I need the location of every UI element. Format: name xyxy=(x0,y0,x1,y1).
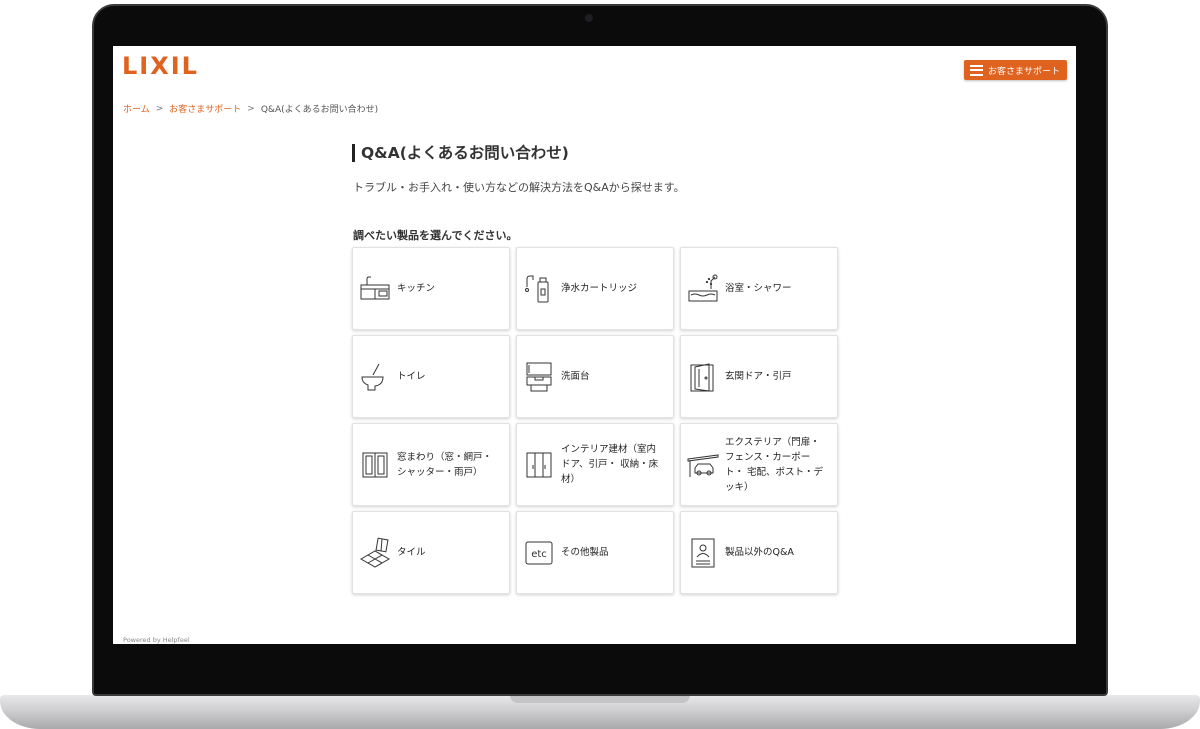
carport-icon xyxy=(687,449,719,481)
category-label: トイレ xyxy=(397,371,426,382)
category-card-window[interactable]: 窓まわり（窓・網戸・シャッター・雨戸） xyxy=(352,423,510,506)
category-card-door[interactable]: 玄関ドア・引戸 xyxy=(680,335,838,418)
breadcrumb: ホーム > お客さまサポート > Q&A(よくあるお問い合わせ) xyxy=(123,102,379,116)
category-label: 浄水カートリッジ xyxy=(561,283,638,294)
category-card-exterior[interactable]: エクステリア（門扉・フェンス・カーポート・ 宅配、ポスト・デッキ） xyxy=(680,423,838,506)
lixil-logo[interactable]: LIXIL xyxy=(122,52,199,80)
customer-support-button[interactable]: お客さまサポート xyxy=(964,60,1067,80)
etc-icon-text: etc xyxy=(531,549,547,560)
tile-icon xyxy=(359,537,391,569)
category-card-washbasin[interactable]: 洗面台 xyxy=(516,335,674,418)
section-heading: 調べたい製品を選んでください。 xyxy=(353,229,518,242)
laptop-notch xyxy=(510,695,690,703)
window-icon xyxy=(359,449,391,481)
category-card-interior[interactable]: インテリア建材（室内ドア、引戸・ 収納・床材） xyxy=(516,423,674,506)
category-label: インテリア建材（室内ドア、引戸・ 収納・床材） xyxy=(561,444,659,485)
powered-by[interactable]: Powered by Helpfeel xyxy=(123,636,190,644)
category-card-tile[interactable]: タイル xyxy=(352,511,510,594)
breadcrumb-home[interactable]: ホーム xyxy=(123,102,150,115)
breadcrumb-support[interactable]: お客さまサポート xyxy=(169,102,241,115)
category-label: 製品以外のQ&A xyxy=(725,547,794,558)
screen: LIXIL お客さまサポート ホーム > お客さまサポート > Q&A(よくある… xyxy=(113,46,1076,644)
door-icon xyxy=(687,361,719,393)
category-label: 窓まわり（窓・網戸・シャッター・雨戸） xyxy=(397,451,493,478)
breadcrumb-current: Q&A(よくあるお問い合わせ) xyxy=(260,105,379,115)
kitchen-icon xyxy=(359,273,391,305)
breadcrumb-separator: > xyxy=(247,103,255,114)
page-description: トラブル・お手入れ・使い方などの解決方法をQ&Aから探せます。 xyxy=(353,181,685,194)
breadcrumb-separator: > xyxy=(155,103,164,114)
category-label: 玄関ドア・引戸 xyxy=(725,371,792,382)
category-label: その他製品 xyxy=(561,547,609,558)
category-label: エクステリア（門扉・フェンス・カーポート・ 宅配、ポスト・デッキ） xyxy=(725,436,824,493)
toilet-icon xyxy=(359,361,391,393)
washbasin-icon xyxy=(523,361,555,393)
category-label: タイル xyxy=(397,547,426,558)
category-label: 洗面台 xyxy=(561,371,590,382)
document-icon xyxy=(687,537,719,569)
page-title: Q&A(よくあるお問い合わせ) xyxy=(352,144,569,162)
category-card-kitchen[interactable]: キッチン xyxy=(352,247,510,330)
category-card-toilet[interactable]: トイレ xyxy=(352,335,510,418)
water-filter-icon xyxy=(523,273,555,305)
bathtub-shower-icon xyxy=(687,273,719,305)
etc-icon: etc xyxy=(523,537,555,569)
category-grid: キッチン 浄水カートリッジ 浴室・シャワー トイレ 洗面台 玄関ドア・引戸 窓ま… xyxy=(352,247,838,594)
category-card-water-filter[interactable]: 浄水カートリッジ xyxy=(516,247,674,330)
category-label: 浴室・シャワー xyxy=(725,283,792,294)
customer-support-label: お客さまサポート xyxy=(988,66,1061,77)
category-label: キッチン xyxy=(397,283,436,294)
camera-icon xyxy=(585,14,593,22)
interior-icon xyxy=(523,449,555,481)
category-card-non-product[interactable]: 製品以外のQ&A xyxy=(680,511,838,594)
category-card-bathroom[interactable]: 浴室・シャワー xyxy=(680,247,838,330)
category-card-other[interactable]: etc その他製品 xyxy=(516,511,674,594)
menu-icon xyxy=(970,64,983,76)
